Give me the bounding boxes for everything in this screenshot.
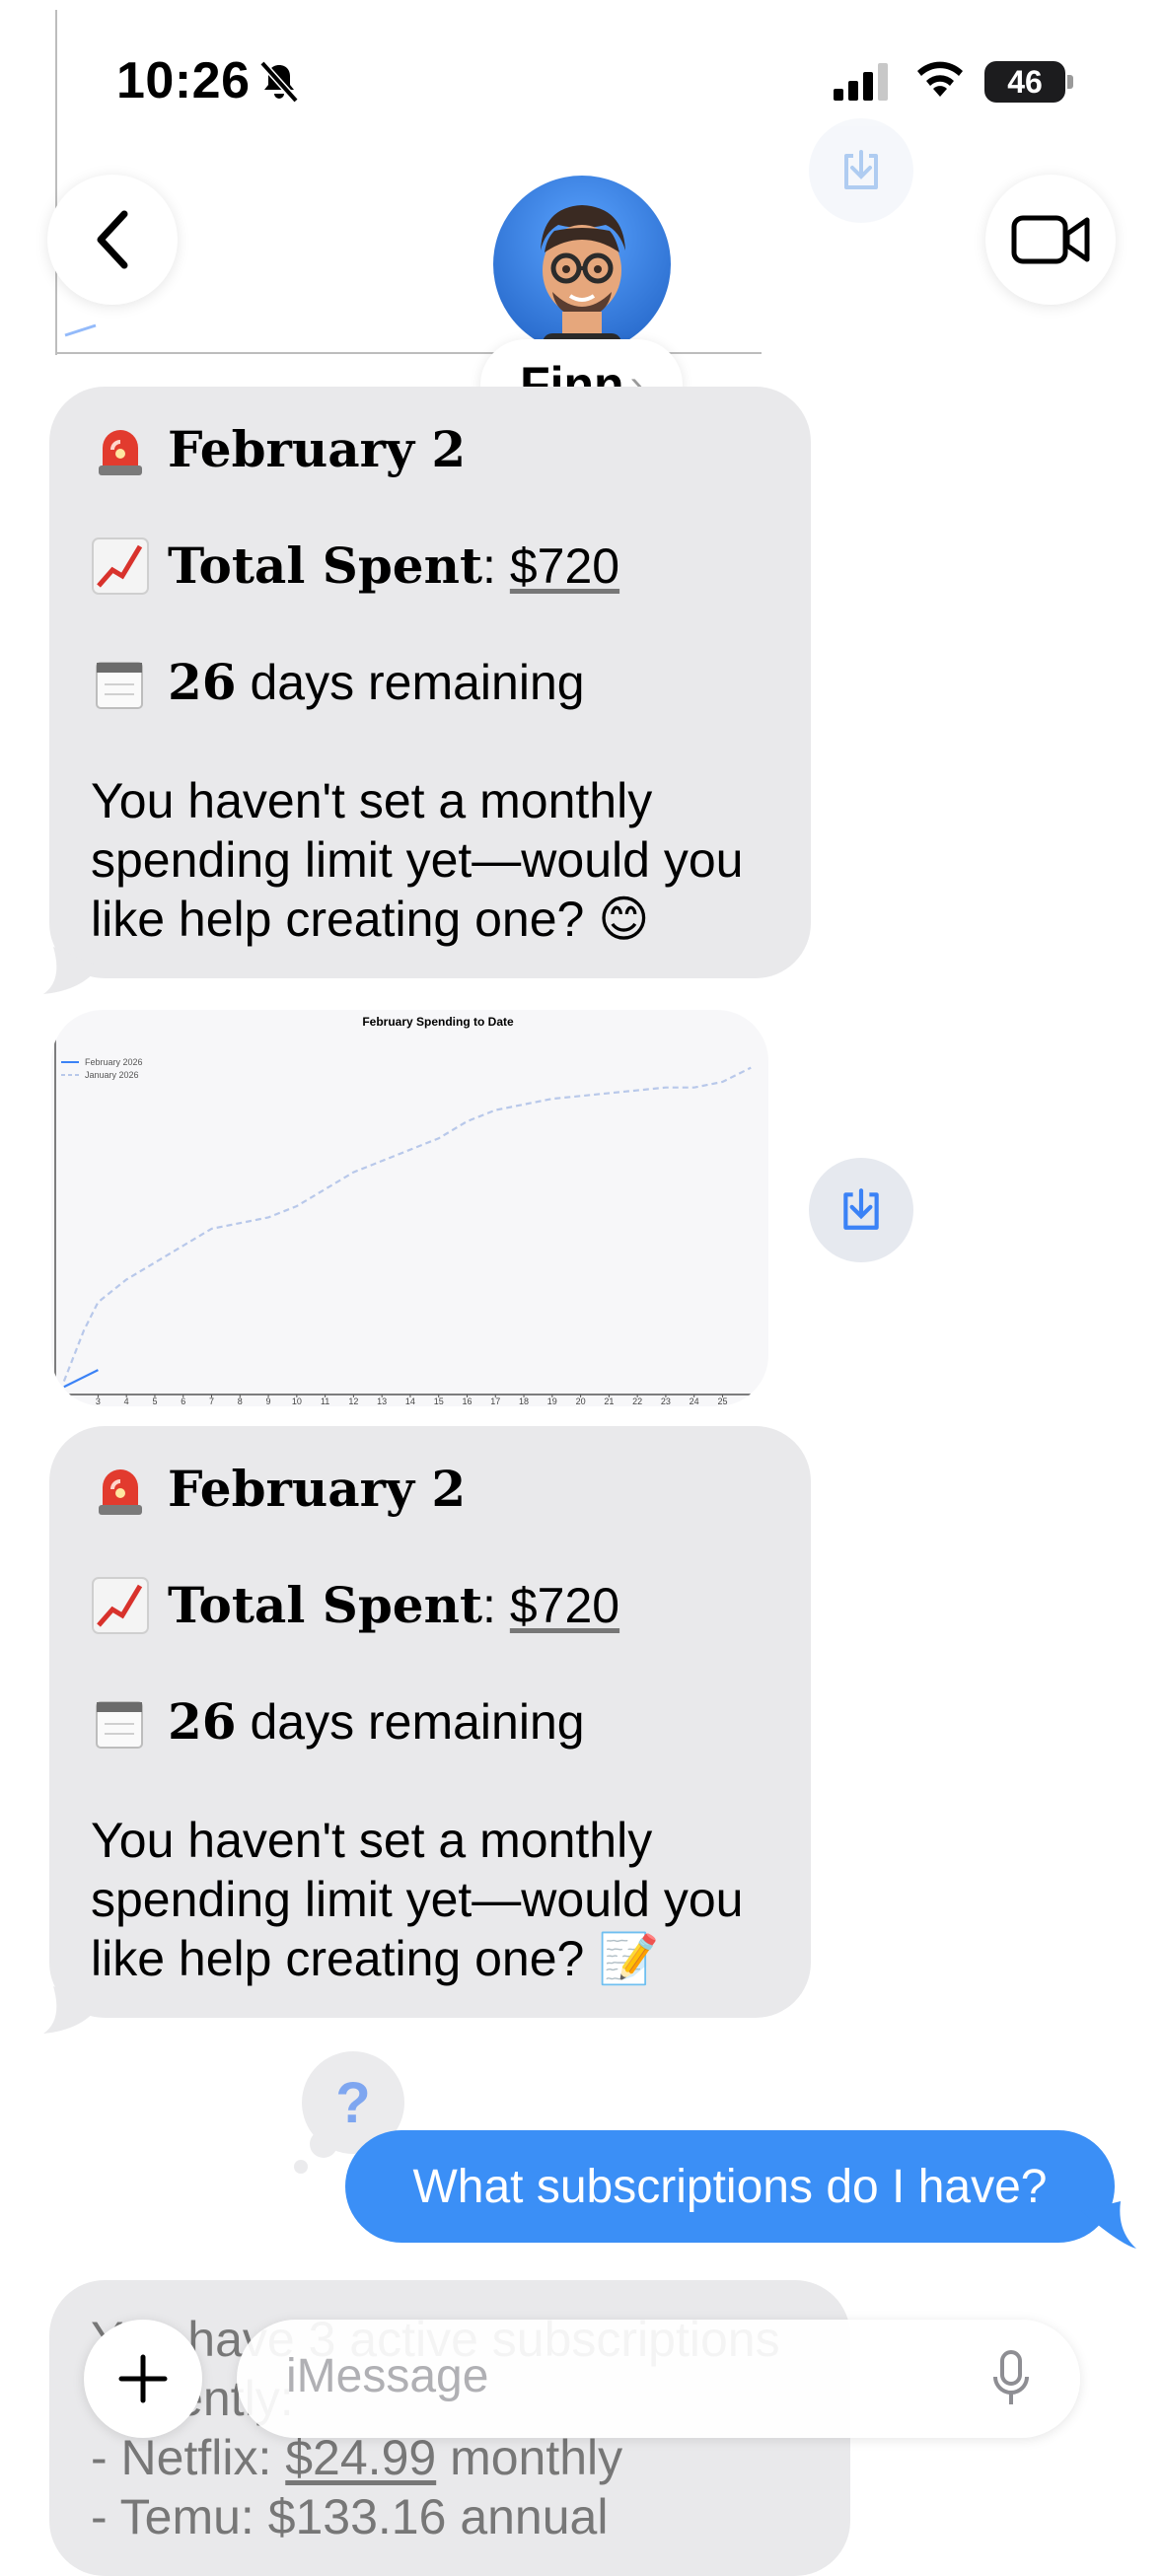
memoji-avatar-icon: [541, 205, 625, 353]
message-title: February 2: [168, 1460, 467, 1518]
x-tick-label: 8: [238, 1396, 243, 1406]
received-message-bubble[interactable]: February 2 Total Spent: $720 26 days rem…: [49, 387, 811, 978]
total-spent-sep: :: [482, 1578, 496, 1633]
download-icon: [843, 1188, 879, 1230]
bubble-tail: [43, 1986, 99, 2034]
x-tick-label: 10: [292, 1396, 302, 1406]
sent-bubble-tail: [1081, 2201, 1136, 2249]
x-tick-label: 2: [67, 1396, 72, 1406]
x-tick-label: 14: [405, 1396, 415, 1406]
days-number: 26: [168, 653, 237, 711]
x-tick-label: 25: [717, 1396, 727, 1406]
days-text: days remaining: [250, 655, 585, 710]
microphone-icon[interactable]: [991, 2349, 1031, 2408]
message-body: You haven't set a monthly spending limit…: [91, 771, 781, 949]
x-tick-label: 23: [661, 1396, 671, 1406]
cellular-signal-icon: [834, 63, 888, 101]
chart-title: February Spending to Date: [362, 1015, 514, 1029]
x-tick-label: 5: [152, 1396, 157, 1406]
plus-icon: [118, 2354, 168, 2403]
wifi-icon: [917, 61, 963, 97]
spending-line-chart: February Spending to Date February 2026 …: [54, 1015, 757, 1406]
x-tick-label: 17: [490, 1396, 500, 1406]
memo-emoji: 📝: [598, 1931, 660, 1986]
video-camera-icon: [1011, 215, 1090, 264]
siren-icon: [99, 430, 142, 475]
message-title-line: February 2: [91, 1460, 466, 1519]
back-button[interactable]: [47, 175, 178, 305]
message-title-line: February 2: [91, 420, 466, 479]
sent-message-bubble[interactable]: What subscriptions do I have?: [345, 2130, 1115, 2243]
contact-avatar[interactable]: [493, 176, 671, 353]
x-tick-label: 4: [124, 1396, 129, 1406]
download-icon: [844, 150, 878, 189]
battery-cap: [1067, 75, 1073, 89]
x-tick-label: 15: [434, 1396, 444, 1406]
chevron-left-icon: [97, 210, 128, 269]
battery-indicator: 46: [984, 61, 1065, 103]
partial-line-3-suffix: monthly: [436, 2430, 623, 2485]
message-input[interactable]: iMessage: [237, 2320, 1080, 2438]
total-spent-label: Total Spent: [168, 537, 483, 595]
reaction-dot-small: [294, 2160, 308, 2174]
x-tick-label: 3: [96, 1396, 101, 1406]
siren-icon: [99, 1469, 142, 1515]
bubble-tail: [43, 947, 99, 994]
received-message-bubble[interactable]: February 2 Total Spent: $720 26 days rem…: [49, 1426, 811, 2018]
spiral-calendar-icon: [96, 1701, 143, 1749]
x-tick-label: 7: [209, 1396, 214, 1406]
x-tick-label: 21: [604, 1396, 614, 1406]
smiling-face-emoji: 😊: [598, 892, 650, 947]
message-title: February 2: [168, 420, 467, 478]
days-remaining-line: 26 days remaining: [91, 653, 585, 712]
message-input-placeholder: iMessage: [286, 2350, 489, 2402]
x-tick-label: 9: [266, 1396, 271, 1406]
legend-label-january: January 2026: [85, 1070, 139, 1080]
question-mark-icon: ?: [335, 2070, 371, 2135]
message-body: You haven't set a monthly spending limit…: [91, 1811, 781, 1988]
total-spent-value[interactable]: $720: [510, 538, 619, 594]
days-number: 26: [168, 1692, 237, 1751]
total-spent-value[interactable]: $720: [510, 1578, 619, 1633]
chart-legend: February 2026 January 2026: [61, 1057, 143, 1080]
x-tick-label: 24: [690, 1396, 699, 1406]
chart-increasing-icon: [92, 537, 149, 595]
partial-line-3-value: $24.99: [285, 2430, 437, 2485]
chart-increasing-icon: [92, 1577, 149, 1634]
scrolled-chart-remnant: [55, 10, 762, 355]
series-line-february: [63, 1369, 99, 1389]
x-tick-label: 20: [576, 1396, 586, 1406]
partial-line-4: - Temu: $133.16 annual: [91, 2489, 609, 2544]
x-tick-label: 12: [348, 1396, 358, 1406]
x-tick-label: 13: [377, 1396, 387, 1406]
facetime-video-button[interactable]: [985, 175, 1116, 305]
spiral-calendar-icon: [96, 662, 143, 709]
download-button-faded[interactable]: [809, 118, 913, 223]
series-line-january: [62, 1066, 752, 1382]
add-attachment-button[interactable]: [84, 2320, 202, 2438]
x-tick-label: 11: [321, 1396, 329, 1406]
x-tick-label: 18: [519, 1396, 529, 1406]
total-spent-sep: :: [482, 538, 496, 594]
days-remaining-line: 26 days remaining: [91, 1692, 585, 1752]
download-chart-button[interactable]: [809, 1158, 913, 1262]
legend-label-february: February 2026: [85, 1057, 143, 1067]
x-tick-label: 19: [547, 1396, 557, 1406]
x-tick-label: 16: [462, 1396, 472, 1406]
chart-image-card[interactable]: February Spending to Date February 2026 …: [51, 1010, 768, 1406]
total-spent-line: Total Spent: $720: [91, 537, 619, 596]
reaction-dot-large: [310, 2130, 337, 2158]
x-tick-label: 6: [181, 1396, 185, 1406]
total-spent-label: Total Spent: [168, 1576, 483, 1634]
days-text: days remaining: [250, 1694, 585, 1750]
x-tick-label: 22: [632, 1396, 642, 1406]
total-spent-line: Total Spent: $720: [91, 1576, 619, 1635]
partial-line-3-prefix: - Netflix:: [91, 2430, 286, 2485]
